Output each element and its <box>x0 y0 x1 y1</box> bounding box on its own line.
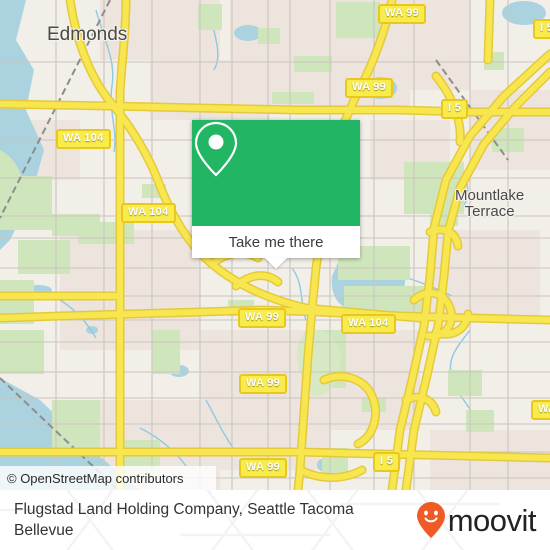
map-attribution[interactable]: © OpenStreetMap contributors <box>0 466 216 490</box>
location-callout[interactable]: Take me there <box>192 120 360 269</box>
highway-shield[interactable]: I 5 <box>441 99 469 119</box>
callout-action[interactable]: Take me there <box>192 226 360 258</box>
brand-wordmark: moovit <box>447 502 537 538</box>
highway-shield[interactable]: I 5 <box>373 452 401 472</box>
take-me-there-label: Take me there <box>228 233 324 251</box>
map-screenshot: Edmonds Mountlake Terrace WA 99 I 5 WA 9… <box>0 0 550 550</box>
highway-shield[interactable]: WA 99 <box>239 374 288 394</box>
map-canvas[interactable]: Edmonds Mountlake Terrace WA 99 I 5 WA 9… <box>0 0 550 490</box>
callout-header <box>192 120 360 226</box>
highway-shield[interactable]: I 5 <box>533 19 550 39</box>
attribution-text: © OpenStreetMap contributors <box>7 470 184 486</box>
highway-shield[interactable]: WA 104 <box>341 314 396 334</box>
highway-shield[interactable]: WA 99 <box>239 458 288 478</box>
highway-shield[interactable]: WA 99 <box>238 308 287 328</box>
map-pin-icon <box>194 121 238 177</box>
highway-shield[interactable]: WA 104 <box>121 203 176 223</box>
moovit-logo[interactable]: moovit <box>416 501 537 539</box>
callout-tail <box>265 258 287 269</box>
footer-bar: Flugstad Land Holding Company, Seattle T… <box>0 490 550 550</box>
highway-shield[interactable]: WA 99 <box>345 78 394 98</box>
highway-shield[interactable]: WA 104 <box>531 400 550 420</box>
highway-shield[interactable]: WA 104 <box>56 129 111 149</box>
moovit-smiley-pin-icon <box>416 502 445 538</box>
highway-shield[interactable]: WA 99 <box>378 4 427 24</box>
page-title: Flugstad Land Holding Company, Seattle T… <box>14 501 354 539</box>
